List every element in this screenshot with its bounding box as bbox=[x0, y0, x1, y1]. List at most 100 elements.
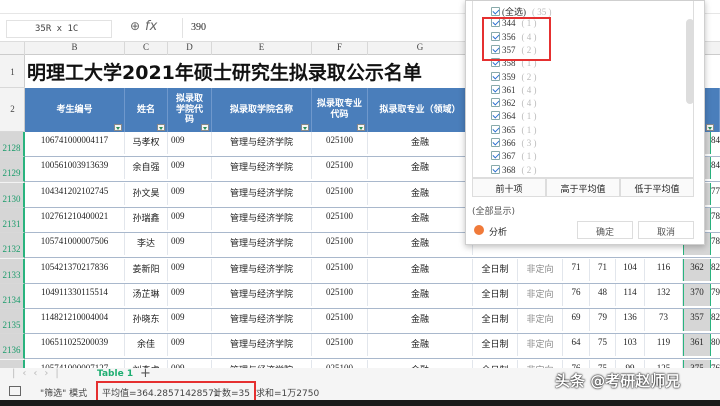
cell-major[interactable]: 金融 bbox=[368, 283, 473, 306]
cell-total[interactable]: 361 bbox=[683, 334, 711, 357]
name-box[interactable]: 35R x 1C bbox=[6, 20, 112, 38]
cell-college[interactable]: 管理与经济学院 bbox=[212, 334, 312, 357]
cell-s4[interactable]: 119 bbox=[645, 334, 683, 357]
cell-s1[interactable]: 76 bbox=[563, 283, 590, 306]
row-header[interactable]: 1 bbox=[0, 55, 25, 88]
filter-button[interactable] bbox=[301, 124, 309, 131]
cell-code[interactable]: 009 bbox=[168, 207, 212, 230]
filter-button[interactable] bbox=[357, 124, 365, 131]
cell-s2[interactable]: 71 bbox=[590, 258, 616, 281]
cell-college[interactable]: 管理与经济学院 bbox=[212, 132, 312, 154]
cell-id[interactable]: 105421370217836 bbox=[25, 258, 125, 281]
add-sheet-icon[interactable]: + bbox=[140, 366, 151, 381]
cell-id[interactable]: 106741000004117 bbox=[25, 132, 125, 154]
cell-type[interactable]: 非定向 bbox=[518, 309, 563, 332]
column-header-g[interactable]: G bbox=[368, 42, 473, 55]
cell-code[interactable]: 009 bbox=[168, 334, 212, 357]
checkbox-checked-icon[interactable] bbox=[491, 164, 500, 174]
cell-code[interactable]: 009 bbox=[168, 233, 212, 256]
cell-mode[interactable]: 全日制 bbox=[473, 258, 518, 281]
cell-id[interactable]: 105741000007506 bbox=[25, 233, 125, 256]
cell-major-code[interactable]: 025100 bbox=[312, 207, 368, 230]
cell-code[interactable]: 009 bbox=[168, 309, 212, 332]
column-header-e[interactable]: E bbox=[212, 42, 312, 55]
cell-major-code[interactable]: 025100 bbox=[312, 283, 368, 306]
cell-s1[interactable]: 69 bbox=[563, 309, 590, 332]
column-header-d[interactable]: D bbox=[168, 42, 212, 55]
cell-major-code[interactable]: 025100 bbox=[312, 258, 368, 281]
filter-button[interactable] bbox=[201, 124, 209, 131]
cell-last[interactable]: 82 bbox=[711, 309, 720, 331]
cell-s2[interactable]: 75 bbox=[590, 334, 616, 357]
cell-last[interactable]: 84 bbox=[711, 132, 720, 154]
column-header-c[interactable]: C bbox=[125, 42, 168, 55]
filter-item[interactable]: 368 ( 2 ) bbox=[491, 164, 537, 175]
cell-total[interactable]: 370 bbox=[683, 283, 711, 306]
row-header[interactable]: 2130 bbox=[0, 182, 25, 208]
column-header-f[interactable]: F bbox=[312, 42, 368, 55]
checkbox-checked-icon[interactable] bbox=[491, 71, 500, 81]
cell-name[interactable]: 姜新阳 bbox=[125, 258, 168, 281]
filter-button[interactable] bbox=[114, 124, 122, 131]
cell-s3[interactable]: 103 bbox=[616, 334, 645, 357]
cell-id[interactable]: 102761210400021 bbox=[25, 207, 125, 230]
filter-item[interactable]: 365 ( 1 ) bbox=[491, 124, 537, 135]
cell-last[interactable]: 84 bbox=[711, 157, 720, 179]
fx-icon[interactable]: fx bbox=[145, 19, 157, 34]
filter-item[interactable]: 367 ( 1 ) bbox=[491, 151, 537, 161]
cell-last[interactable]: 82 bbox=[711, 259, 720, 281]
cell-college[interactable]: 管理与经济学院 bbox=[212, 157, 312, 180]
cell-name[interactable]: 孙晓东 bbox=[125, 309, 168, 332]
cell-code[interactable]: 009 bbox=[168, 182, 212, 205]
below-average-button[interactable]: 低于平均值 bbox=[620, 178, 694, 197]
cell-college[interactable]: 管理与经济学院 bbox=[212, 182, 312, 205]
row-header[interactable]: 2135 bbox=[0, 309, 25, 335]
cell-type[interactable]: 非定向 bbox=[518, 283, 563, 306]
checkbox-checked-icon[interactable] bbox=[491, 111, 500, 121]
cell-total[interactable]: 362 bbox=[683, 258, 711, 281]
cell-name[interactable]: 孙瑞鑫 bbox=[125, 207, 168, 230]
cell-major-code[interactable]: 025100 bbox=[312, 233, 368, 256]
analyze-button[interactable]: 分析 bbox=[489, 225, 507, 238]
cell-mode[interactable]: 全日制 bbox=[473, 283, 518, 306]
cell-id[interactable]: 114821210004004 bbox=[25, 309, 125, 332]
cell-mode[interactable]: 全日制 bbox=[473, 334, 518, 357]
cell-college[interactable]: 管理与经济学院 bbox=[212, 309, 312, 332]
cell-major[interactable]: 金融 bbox=[368, 309, 473, 332]
row-header[interactable]: 2133 bbox=[0, 258, 25, 284]
cell-code[interactable]: 009 bbox=[168, 132, 212, 154]
row-header[interactable]: 2134 bbox=[0, 283, 25, 309]
filter-item[interactable]: 362 ( 4 ) bbox=[491, 98, 537, 108]
checkbox-checked-icon[interactable] bbox=[491, 138, 500, 147]
cell-name[interactable]: 孙文昊 bbox=[125, 182, 168, 205]
macro-icon[interactable] bbox=[9, 386, 21, 396]
checkbox-checked-icon[interactable] bbox=[491, 84, 500, 94]
cell-major[interactable]: 金融 bbox=[368, 334, 473, 357]
cell-major-code[interactable]: 025100 bbox=[312, 157, 368, 180]
column-header-b[interactable]: B bbox=[25, 42, 125, 55]
cell-major[interactable]: 金融 bbox=[368, 233, 473, 256]
select-all-corner[interactable] bbox=[0, 42, 25, 55]
analyze-icon[interactable] bbox=[474, 225, 484, 235]
cell-major[interactable]: 金融 bbox=[368, 157, 473, 180]
filter-button[interactable] bbox=[157, 124, 165, 131]
row-header[interactable]: 2 bbox=[0, 88, 25, 132]
checkbox-checked-icon[interactable] bbox=[491, 98, 500, 108]
ok-button[interactable]: 确定 bbox=[577, 221, 633, 239]
top-ten-button[interactable]: 前十项 bbox=[472, 178, 546, 197]
cell-s4[interactable]: 116 bbox=[645, 258, 683, 281]
cell-major[interactable]: 金融 bbox=[368, 258, 473, 281]
cell-id[interactable]: 100561003913639 bbox=[25, 157, 125, 180]
cell-s3[interactable]: 104 bbox=[616, 258, 645, 281]
sheet-nav-arrows[interactable]: |‹‹›| bbox=[12, 368, 66, 379]
cell-total[interactable]: 357 bbox=[683, 309, 711, 332]
cell-college[interactable]: 管理与经济学院 bbox=[212, 233, 312, 256]
filter-item[interactable]: 366 ( 3 ) bbox=[491, 138, 537, 148]
cell-major-code[interactable]: 025100 bbox=[312, 334, 368, 357]
cell-mode[interactable]: 全日制 bbox=[473, 309, 518, 332]
row-header[interactable]: 2129 bbox=[0, 157, 25, 183]
cancel-button[interactable]: 取消 bbox=[638, 221, 694, 239]
cell-code[interactable]: 009 bbox=[168, 258, 212, 281]
cell-type[interactable]: 非定向 bbox=[518, 258, 563, 281]
cell-s1[interactable]: 71 bbox=[563, 258, 590, 281]
